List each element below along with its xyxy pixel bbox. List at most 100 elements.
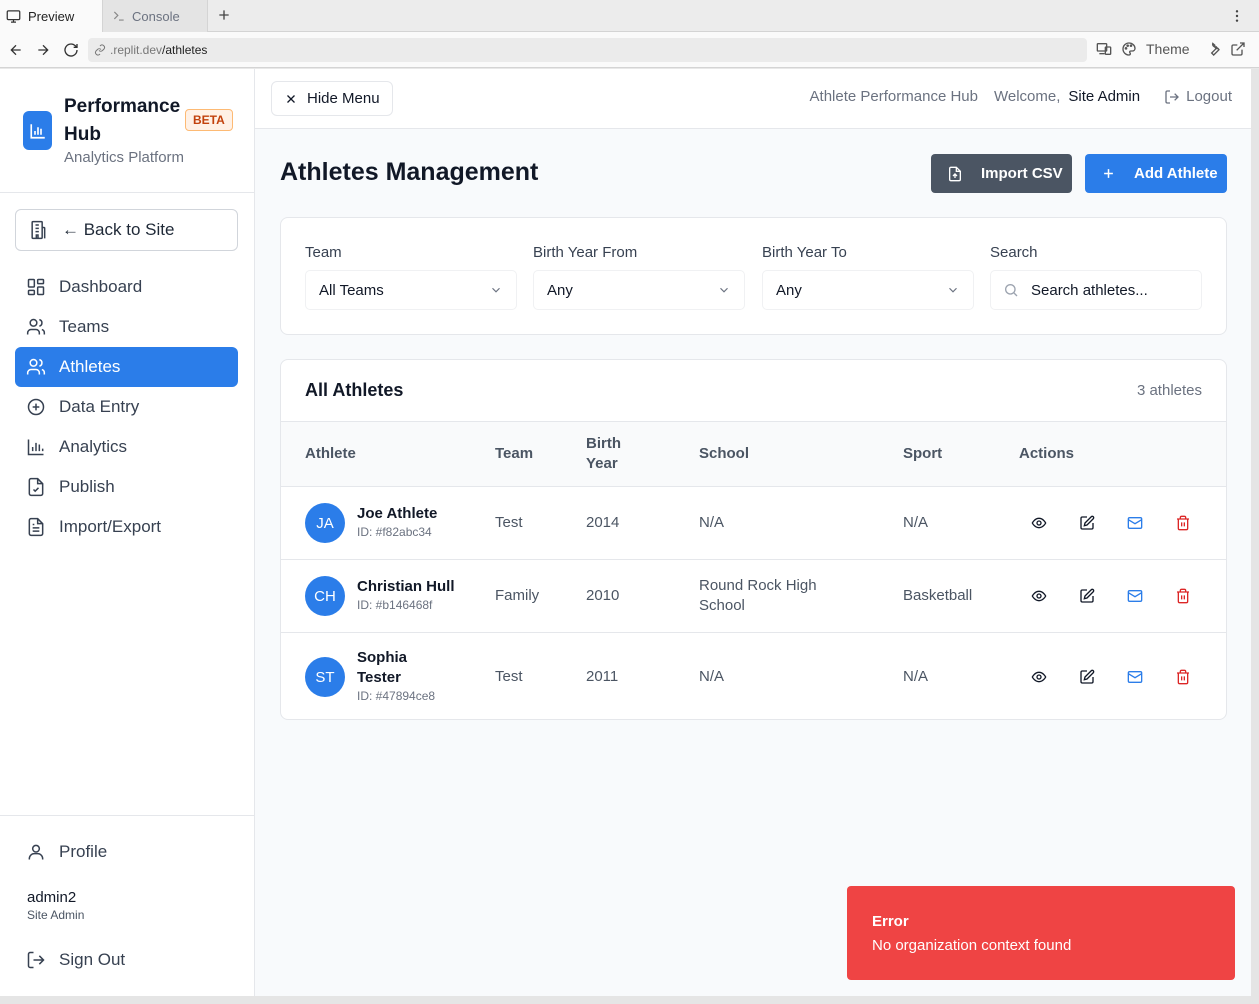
hide-menu-button[interactable]: Hide Menu [271,81,393,116]
sign-out-button[interactable]: Sign Out [26,950,125,970]
more-vertical-icon[interactable] [1229,8,1245,24]
url-path: /athletes [162,43,208,57]
sidebar-item-athletes[interactable]: Athletes [15,347,238,387]
add-athlete-button[interactable]: Add Athlete [1085,154,1227,193]
athlete-sport: Basketball [903,587,973,604]
athlete-school: N/A [699,668,725,685]
chevron-down-icon [489,283,503,297]
sidebar-item-teams[interactable]: Teams [15,307,238,347]
sidebar-item-data-entry[interactable]: Data Entry [15,387,238,427]
devices-icon[interactable] [1096,41,1112,57]
table-row: JA Joe Athlete ID: #f82abc34 Test 2014 N… [281,486,1226,559]
brand-title: Performance Hub [64,96,181,145]
new-tab-icon[interactable] [216,7,232,23]
birth-year-to-select[interactable]: Any [762,270,974,310]
trash-icon[interactable] [1175,588,1191,604]
brand: Performance Hub BETA Analytics Platform [0,69,254,193]
arrow-left-icon[interactable] [8,42,24,58]
athlete-school: N/A [699,514,725,531]
bottom-gutter [0,996,1259,1004]
bar-chart-logo-icon [23,111,52,150]
search-icon [1003,282,1019,298]
edit-icon[interactable] [1079,515,1095,531]
mail-icon[interactable] [1127,515,1143,531]
terminal-icon [112,9,126,23]
athlete-id: ID: #47894ce8 [357,689,436,703]
mail-icon[interactable] [1127,588,1143,604]
back-to-site-button[interactable]: ← Back to Site [15,209,238,251]
plus-circle-icon [26,397,46,417]
toast-title: Error [872,913,909,930]
mail-icon[interactable] [1127,669,1143,685]
external-link-icon[interactable] [1230,41,1246,57]
import-csv-button[interactable]: Import CSV [931,154,1072,193]
header-user: Site Admin [1068,88,1141,105]
view-eye-icon[interactable] [1031,588,1047,604]
error-toast[interactable]: Error No organization context found [847,886,1235,980]
add-athlete-label: Add Athlete [1134,165,1218,182]
top-header: Hide Menu Athlete Performance Hub Welcom… [255,69,1251,129]
logout-label: Logout [1186,88,1232,105]
reload-icon[interactable] [63,42,79,58]
avatar: CH [305,576,345,616]
sidebar-item-publish[interactable]: Publish [15,467,238,507]
sidebar-item-import-export[interactable]: Import/Export [15,507,238,547]
athlete-sport: N/A [903,514,929,531]
tab-console[interactable]: Console [102,0,208,32]
athlete-id: ID: #f82abc34 [357,525,432,539]
dashboard-grid-icon [26,277,46,297]
profile-label: Profile [59,842,108,861]
search-input[interactable]: Search athletes... [990,270,1202,310]
brand-subtitle: Analytics Platform [64,149,185,166]
athlete-name[interactable]: Joe Athlete [357,504,457,524]
birth-year-from-label: Birth Year From [533,244,638,261]
avatar: ST [305,657,345,697]
file-check-icon [26,477,46,497]
back-to-site-label: ← Back to Site [62,220,175,239]
col-actions: Actions [1019,445,1075,462]
table-header: Athlete Team Birth Year School Sport Act… [281,421,1226,486]
user-role: Site Admin [27,908,85,922]
sign-out-label: Sign Out [59,950,126,969]
page-title: Athletes Management [280,158,539,186]
athlete-name[interactable]: Christian Hull [357,577,477,597]
edit-icon[interactable] [1079,588,1095,604]
team-select[interactable]: All Teams [305,270,517,310]
athlete-id: ID: #b146468f [357,598,433,612]
sidebar-item-label: Athletes [59,357,121,376]
arrow-right-icon[interactable] [35,42,51,58]
theme-label[interactable]: Theme [1146,41,1190,57]
edit-icon[interactable] [1079,669,1095,685]
plus-icon [1101,166,1116,181]
athlete-team: Test [495,668,523,685]
athlete-school: Round Rock High School [699,577,817,614]
col-birth-year: Birth Year [586,434,621,474]
palette-icon[interactable] [1121,41,1137,57]
sidebar-item-label: Publish [59,477,115,496]
header-app-name: Athlete Performance Hub [809,88,978,105]
sidebar-nav: Dashboard Teams Athletes Data Entry Anal… [15,267,238,547]
table-row: ST Sophia Tester ID: #47894ce8 Test 2011… [281,632,1226,719]
url-field[interactable]: .replit.dev/athletes [88,38,1087,62]
tab-preview[interactable]: Preview [0,0,102,32]
search-label: Search [990,244,1038,261]
logout-button[interactable]: Logout [1164,88,1232,105]
view-eye-icon[interactable] [1031,515,1047,531]
monitor-icon [6,9,21,24]
birth-year-from-select[interactable]: Any [533,270,745,310]
sidebar-item-analytics[interactable]: Analytics [15,427,238,467]
sidebar: Performance Hub BETA Analytics Platform … [0,69,255,996]
building-icon [28,220,48,240]
view-eye-icon[interactable] [1031,669,1047,685]
wrench-icon[interactable] [1205,41,1221,57]
athletes-table-card: All Athletes 3 athletes Athlete Team Bir… [280,359,1227,720]
trash-icon[interactable] [1175,669,1191,685]
table-title: All Athletes [305,380,404,400]
profile-link[interactable]: Profile [26,842,107,862]
avatar: JA [305,503,345,543]
athlete-name[interactable]: Sophia Tester [357,648,427,688]
search-placeholder: Search athletes... [1031,281,1148,299]
trash-icon[interactable] [1175,515,1191,531]
sidebar-item-dashboard[interactable]: Dashboard [15,267,238,307]
browser-tabbar: Preview Console [0,0,1259,32]
